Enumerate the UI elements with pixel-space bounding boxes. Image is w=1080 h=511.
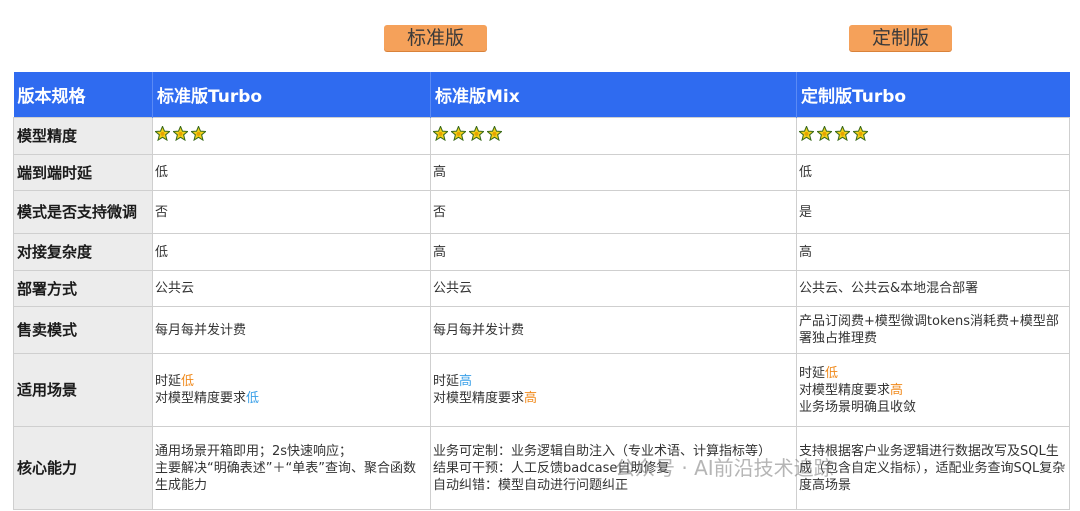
mix-deployment: 公共云	[430, 270, 797, 307]
row-label: 部署方式	[13, 270, 153, 307]
mix-accuracy-stars	[430, 117, 797, 155]
table-row-integration: 对接复杂度 低 高 高	[13, 233, 1070, 271]
custom-capabilities: 支持根据客户业务逻辑进行数据改写及SQL生成（包含自定义指标），适配业务查询SQ…	[796, 426, 1070, 510]
star-icon	[450, 124, 467, 142]
star-icon	[798, 124, 815, 142]
row-label: 模式是否支持微调	[13, 190, 153, 234]
custom-latency: 低	[796, 154, 1070, 191]
turbo-pricing: 每月每并发计费	[152, 306, 431, 354]
row-label: 端到端时延	[13, 154, 153, 191]
star-icon	[432, 124, 449, 142]
turbo-deployment: 公共云	[152, 270, 431, 307]
row-label: 适用场景	[13, 353, 153, 427]
row-label: 对接复杂度	[13, 233, 153, 271]
star-icon	[486, 124, 503, 142]
star-icon	[816, 124, 833, 142]
table-row-pricing: 售卖模式 每月每并发计费 每月每并发计费 产品订阅费+模型微调tokens消耗费…	[13, 306, 1070, 354]
standard-edition-badge: 标准版	[384, 25, 487, 51]
table-row-latency: 端到端时延 低 高 低	[13, 154, 1070, 191]
custom-integration: 高	[796, 233, 1070, 271]
table-row-finetune: 模式是否支持微调 否 否 是	[13, 190, 1070, 234]
table-header-row: 版本规格 标准版Turbo 标准版Mix 定制版Turbo	[13, 72, 1070, 118]
star-icon	[172, 124, 189, 142]
star-icon	[852, 124, 869, 142]
watermark: 公众号 · AI前沿技术追踪	[615, 456, 834, 480]
custom-pricing: 产品订阅费+模型微调tokens消耗费+模型部署独占推理费	[796, 306, 1070, 354]
custom-accuracy-stars	[796, 117, 1070, 155]
custom-finetune: 是	[796, 190, 1070, 234]
mix-latency: 高	[430, 154, 797, 191]
turbo-finetune: 否	[152, 190, 431, 234]
mix-scenarios: 时延高 对模型精度要求高	[430, 353, 797, 427]
turbo-integration: 低	[152, 233, 431, 271]
header-custom-turbo: 定制版Turbo	[796, 72, 1070, 118]
row-label: 模型精度	[13, 117, 153, 155]
mix-integration: 高	[430, 233, 797, 271]
table-row-accuracy: 模型精度	[13, 117, 1070, 155]
turbo-accuracy-stars	[152, 117, 431, 155]
star-icon	[834, 124, 851, 142]
mix-pricing: 每月每并发计费	[430, 306, 797, 354]
header-standard-mix: 标准版Mix	[430, 72, 797, 118]
row-label: 售卖模式	[13, 306, 153, 354]
star-icon	[154, 124, 171, 142]
turbo-latency: 低	[152, 154, 431, 191]
turbo-capabilities: 通用场景开箱即用；2s快速响应； 主要解决“明确表述”＋“单表”查询、聚合函数生…	[152, 426, 431, 510]
mix-finetune: 否	[430, 190, 797, 234]
table-row-scenarios: 适用场景 时延低 对模型精度要求低 时延高 对模型精度要求高 时延低 对模型精度…	[13, 353, 1070, 427]
row-label: 核心能力	[13, 426, 153, 510]
turbo-scenarios: 时延低 对模型精度要求低	[152, 353, 431, 427]
custom-scenarios: 时延低 对模型精度要求高 业务场景明确且收敛	[796, 353, 1070, 427]
custom-deployment: 公共云、公共云&本地混合部署	[796, 270, 1070, 307]
comparison-table: 版本规格 标准版Turbo 标准版Mix 定制版Turbo 模型精度 端到端时延…	[13, 72, 1070, 510]
star-icon	[190, 124, 207, 142]
header-spec: 版本规格	[13, 72, 153, 118]
custom-edition-badge: 定制版	[849, 25, 952, 51]
header-standard-turbo: 标准版Turbo	[152, 72, 431, 118]
star-icon	[468, 124, 485, 142]
table-row-deployment: 部署方式 公共云 公共云 公共云、公共云&本地混合部署	[13, 270, 1070, 307]
table-row-capabilities: 核心能力 通用场景开箱即用；2s快速响应； 主要解决“明确表述”＋“单表”查询、…	[13, 426, 1070, 510]
